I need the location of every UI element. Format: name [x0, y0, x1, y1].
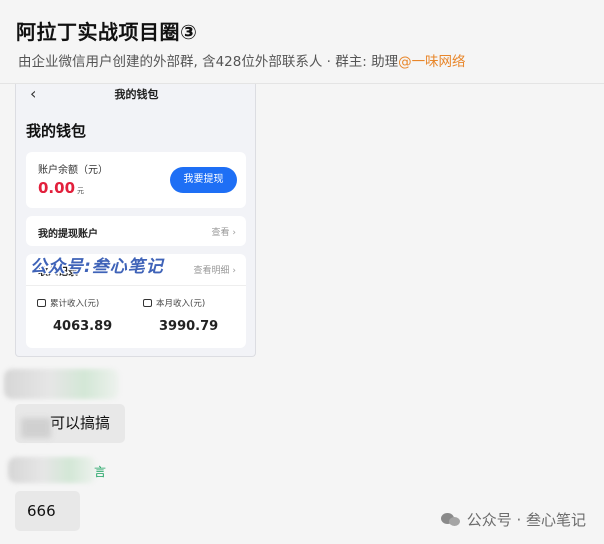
balance-unit: 元: [77, 187, 85, 195]
month-income-stat: 本月收入(元) 3990.79: [143, 297, 218, 334]
wechat-icon: [440, 512, 461, 528]
month-income-label: 本月收入(元): [156, 299, 206, 309]
shared-wallet-screenshot[interactable]: ‹ 我的钱包 我的钱包 账户余额（元） 0.00 元 我要提现 我的提现账户 查看…: [15, 84, 256, 357]
balance-amount: 0.00 元: [38, 179, 84, 197]
image-watermark: 公众号:叁心笔记: [30, 257, 164, 277]
group-info-text: 由企业微信用户创建的外部群, 含428位外部联系人 · 群主: 助理: [18, 54, 399, 70]
blurred-region: [21, 418, 51, 438]
withdraw-button: 我要提现: [170, 167, 237, 193]
accounts-title: 我的提现账户: [38, 229, 98, 240]
footer-watermark-text: 公众号 · 叁心笔记: [466, 511, 586, 529]
message-text: 666: [27, 502, 56, 520]
group-title[interactable]: 阿拉丁实战项目圈③: [16, 16, 197, 45]
group-admin-link[interactable]: @一味网络: [398, 54, 466, 70]
withdraw-accounts-row: 我的提现账户 查看 ›: [26, 216, 246, 246]
footer-watermark: 公众号 · 叁心笔记: [440, 509, 586, 530]
chat-header: 阿拉丁实战项目圈③ 由企业微信用户创建的外部群, 含428位外部联系人 · 群主…: [0, 0, 604, 84]
message-bubble[interactable]: 666: [15, 491, 80, 531]
wallet-topbar-title: 我的钱包: [114, 88, 159, 101]
balance-label: 账户余额（元）: [38, 165, 108, 176]
calendar-icon: [143, 299, 152, 307]
month-income-value: 3990.79: [159, 319, 219, 334]
total-income-stat: 累计收入(元) 4063.89: [37, 297, 112, 334]
message-bubble[interactable]: 可以搞搞: [15, 404, 125, 443]
balance-value: 0.00: [38, 179, 76, 197]
sender-avatar-blurred[interactable]: [8, 457, 96, 483]
income-detail-link: 查看明细 ›: [193, 266, 236, 276]
wallet-icon: [37, 299, 46, 307]
sender-name-fragment[interactable]: 言: [94, 463, 106, 480]
accounts-view-link: 查看 ›: [211, 228, 236, 238]
total-income-value: 4063.89: [53, 319, 113, 334]
group-subtitle: 由企业微信用户创建的外部群, 含428位外部联系人 · 群主: 助理@一味网络: [18, 50, 466, 70]
wallet-page-title: 我的钱包: [26, 122, 87, 140]
total-income-label: 累计收入(元): [50, 299, 100, 309]
balance-card: 账户余额（元） 0.00 元 我要提现: [26, 152, 246, 208]
message-text: 可以搞搞: [50, 414, 111, 432]
income-divider: [26, 285, 246, 286]
sender-avatar-blurred[interactable]: [4, 369, 119, 399]
